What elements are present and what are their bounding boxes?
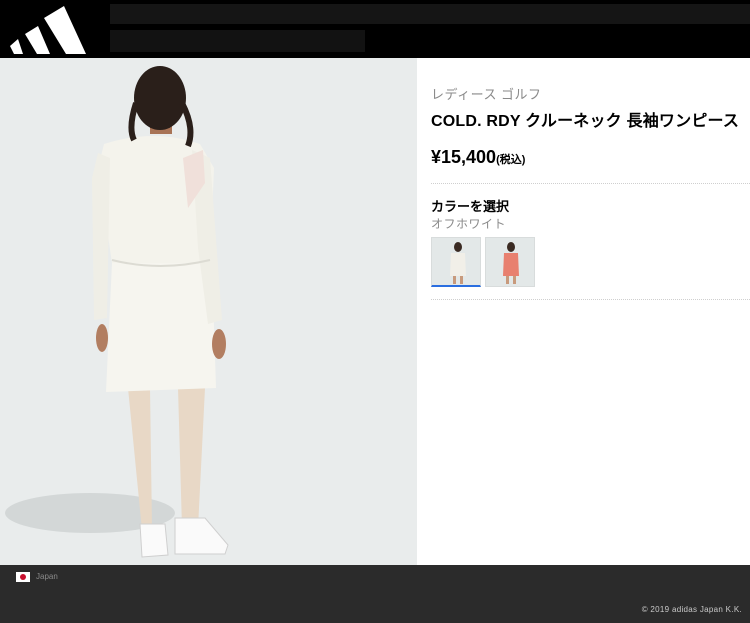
swatch-thumbnail <box>503 242 519 284</box>
color-swatch-coral[interactable] <box>485 237 535 287</box>
copyright-text: © 2019 adidas Japan K.K. <box>641 605 742 614</box>
tax-note: (税込) <box>496 154 526 166</box>
product-photo <box>5 66 229 558</box>
product-category[interactable]: レディース ゴルフ <box>431 84 542 103</box>
color-swatch-offwhite[interactable] <box>431 237 481 287</box>
product-info-panel: レディース ゴルフ COLD. RDY クルーネック 長袖ワンピース ¥15,4… <box>418 58 750 565</box>
header-nav-bar <box>110 4 750 24</box>
header-sub-bar <box>110 30 365 52</box>
product-price: ¥15,400(税込) <box>431 147 525 168</box>
price-value: ¥15,400 <box>431 147 497 167</box>
country-selector[interactable]: Japan <box>36 572 58 581</box>
site-header <box>0 0 750 58</box>
adidas-logo-icon[interactable] <box>8 4 92 54</box>
selected-color-name: オフホワイト <box>431 217 507 231</box>
divider <box>431 183 750 184</box>
divider <box>431 299 750 300</box>
color-heading: カラーを選択 <box>431 199 510 214</box>
swatch-thumbnail <box>450 242 466 284</box>
product-image[interactable] <box>0 58 417 565</box>
japan-flag-icon[interactable] <box>16 572 30 582</box>
product-title: COLD. RDY クルーネック 長袖ワンピース <box>431 113 740 130</box>
site-footer: Japan © 2019 adidas Japan K.K. <box>0 565 750 623</box>
